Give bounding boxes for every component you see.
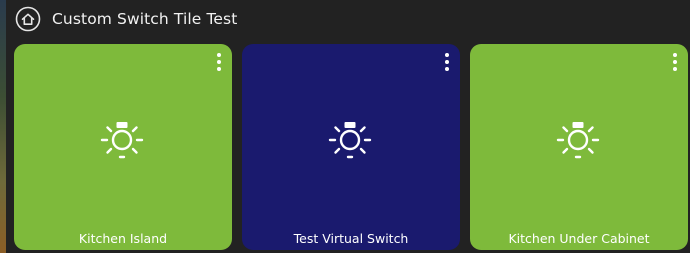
more-vertical-icon[interactable] [668,51,682,73]
tile-grid: Kitchen Island Test Virtual Switch Kitch… [14,44,688,250]
more-vertical-icon[interactable] [440,51,454,73]
lightbulb-icon [328,122,372,159]
home-icon[interactable] [15,6,41,32]
more-vertical-icon[interactable] [212,51,226,73]
tile-label: Kitchen Island [78,231,168,246]
lightbulb-icon [556,122,600,159]
switch-tile-kitchen-under-cabinet[interactable]: Kitchen Under Cabinet [470,44,688,250]
background-strip [0,0,6,253]
lightbulb-icon [100,122,144,159]
header: Custom Switch Tile Test [15,4,237,34]
switch-tile-kitchen-island[interactable]: Kitchen Island [14,44,232,250]
tile-label: Test Virtual Switch [293,231,409,246]
dashboard: Custom Switch Tile Test Kitchen Island T… [0,0,690,253]
page-title: Custom Switch Tile Test [52,10,238,28]
switch-tile-test-virtual-switch[interactable]: Test Virtual Switch [242,44,460,250]
tile-label: Kitchen Under Cabinet [508,231,650,246]
